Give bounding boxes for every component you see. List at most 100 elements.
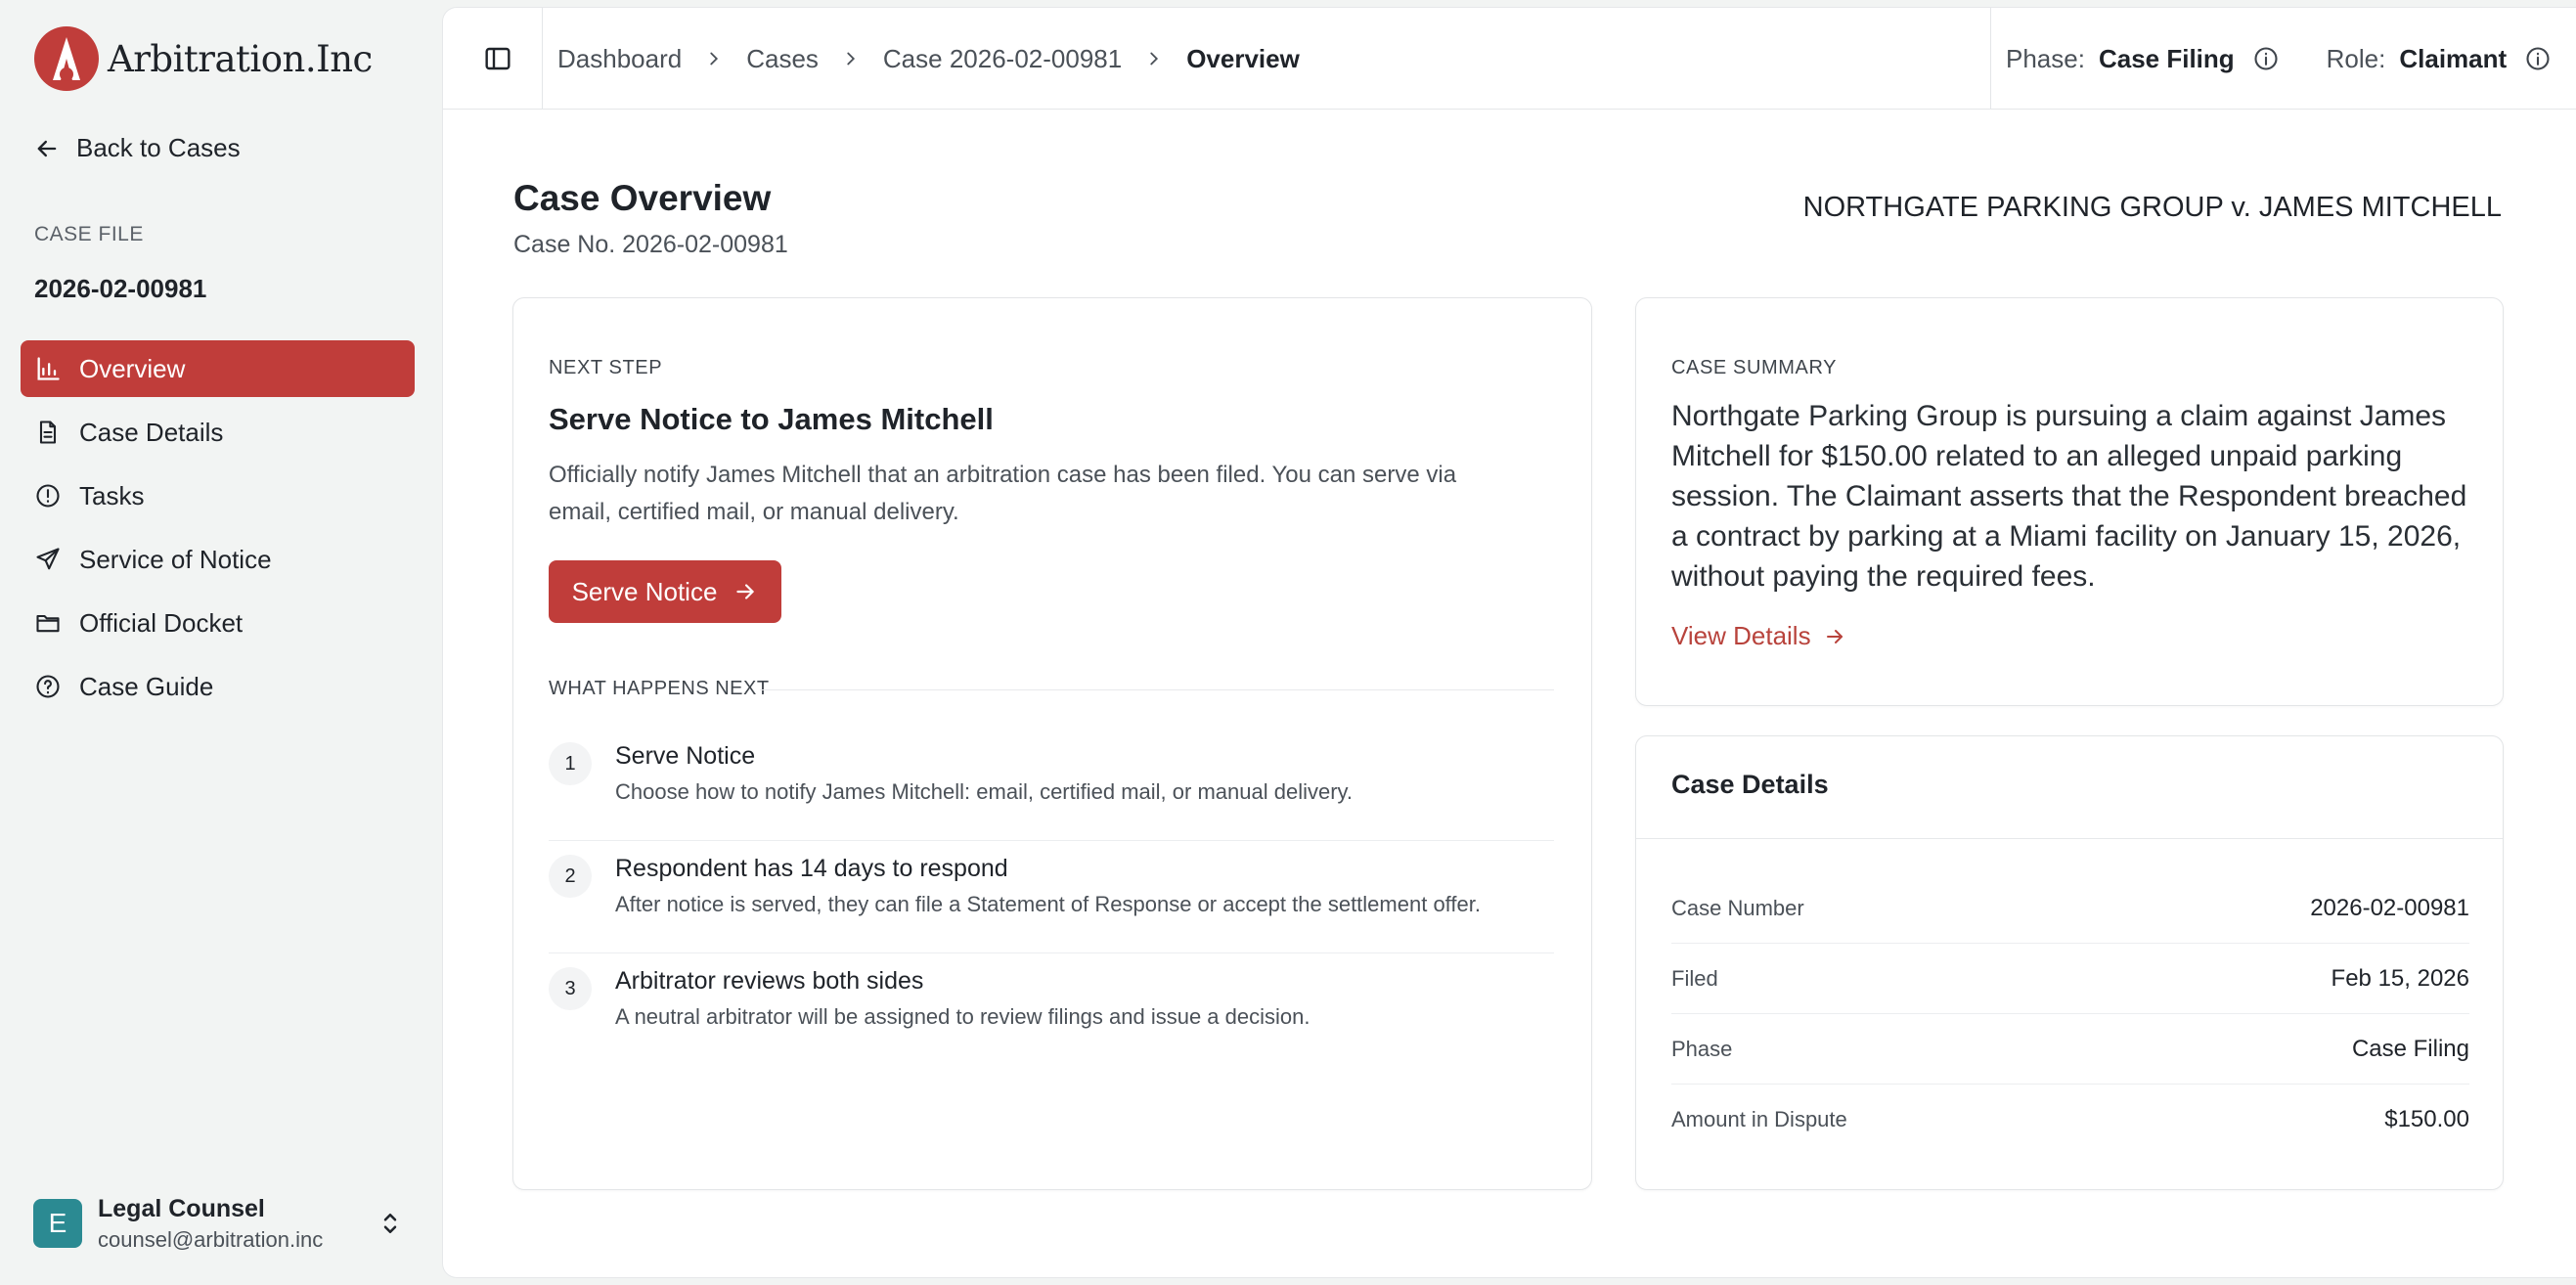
detail-label: Amount in Dispute bbox=[1671, 1107, 1847, 1131]
step-number: 3 bbox=[549, 967, 592, 1010]
help-circle-icon bbox=[36, 675, 60, 698]
step-title: Serve Notice bbox=[615, 742, 756, 770]
case-meta: Phase: Case Filing Role: Claimant bbox=[2006, 8, 2552, 110]
sidebar-item-label: Service of Notice bbox=[79, 544, 272, 574]
breadcrumb-case[interactable]: Case 2026-02-00981 bbox=[883, 44, 1122, 74]
step-title: Arbitrator reviews both sides bbox=[615, 967, 924, 995]
detail-row: Filed Feb 15, 2026 bbox=[1671, 944, 2469, 1014]
breadcrumb-dashboard[interactable]: Dashboard bbox=[557, 44, 682, 74]
chevron-right-icon bbox=[710, 52, 719, 66]
view-details-link[interactable]: View Details bbox=[1671, 621, 1846, 651]
chevrons-up-down-icon[interactable] bbox=[376, 1209, 405, 1238]
detail-label: Phase bbox=[1671, 1036, 1733, 1061]
list-item: 3 Arbitrator reviews both sides A neutra… bbox=[549, 953, 1554, 1066]
user-email: counsel@arbitration.inc bbox=[98, 1226, 324, 1252]
info-icon[interactable] bbox=[2524, 45, 2552, 72]
folder-icon bbox=[36, 614, 60, 633]
top-bar-divider bbox=[1990, 8, 1991, 110]
document-icon bbox=[39, 421, 57, 444]
sidebar-item-tasks[interactable]: Tasks bbox=[21, 467, 415, 524]
breadcrumb-current: Overview bbox=[1186, 43, 1300, 73]
next-step-label: NEXT STEP bbox=[549, 357, 663, 378]
case-summary-label: CASE SUMMARY bbox=[1671, 357, 1838, 378]
case-parties: NORTHGATE PARKING GROUP v. JAMES MITCHEL… bbox=[1802, 192, 2502, 223]
steps-list: 1 Serve Notice Choose how to notify Jame… bbox=[549, 729, 1554, 1066]
user-info: Legal Counsel counsel@arbitration.inc bbox=[98, 1195, 323, 1253]
sidebar-item-case-guide[interactable]: Case Guide bbox=[21, 658, 415, 715]
sidebar-item-overview[interactable]: Overview bbox=[21, 340, 415, 397]
back-label: Back to Cases bbox=[76, 133, 241, 162]
next-step-description: Officially notify James Mitchell that an… bbox=[549, 462, 1457, 525]
serve-notice-label: Serve Notice bbox=[571, 576, 718, 606]
case-details-title: Case Details bbox=[1671, 770, 1829, 799]
case-file-number: 2026-02-00981 bbox=[34, 274, 207, 303]
detail-label: Filed bbox=[1671, 965, 1718, 991]
step-description: A neutral arbitrator will be assigned to… bbox=[615, 1004, 1310, 1029]
brand-logo[interactable]: Arbitration.Inc bbox=[33, 25, 373, 92]
sidebar-item-label: Case Guide bbox=[79, 671, 214, 701]
logo-icon bbox=[34, 26, 99, 91]
brand-name: Arbitration.Inc bbox=[108, 37, 373, 80]
divider bbox=[1636, 838, 2503, 839]
info-icon[interactable] bbox=[2252, 45, 2280, 72]
step-description: Choose how to notify James Mitchell: ema… bbox=[615, 779, 1354, 804]
sidebar-item-label: Case Details bbox=[79, 417, 224, 447]
step-description: After notice is served, they can file a … bbox=[615, 892, 1481, 916]
user-menu[interactable]: E Legal Counsel counsel@arbitration.inc bbox=[33, 1193, 405, 1254]
sidebar: Arbitration.Inc Back to Cases CASE FILE … bbox=[0, 0, 442, 1285]
case-file-label: CASE FILE bbox=[34, 223, 144, 245]
phase-label: Phase: bbox=[2006, 43, 2085, 73]
case-details-card: Case Details Case Number 2026-02-00981 F… bbox=[1635, 735, 2504, 1190]
arrow-right-icon bbox=[1826, 629, 1843, 643]
sidebar-toggle-icon[interactable] bbox=[482, 43, 513, 74]
detail-value: 2026-02-00981 bbox=[2310, 894, 2469, 921]
detail-value: $150.00 bbox=[2384, 1106, 2469, 1132]
user-name: Legal Counsel bbox=[98, 1194, 265, 1222]
back-to-cases-link[interactable]: Back to Cases bbox=[33, 133, 241, 163]
sidebar-item-label: Official Docket bbox=[79, 607, 244, 638]
main-panel: Dashboard Cases Case 2026-02-00981 Overv… bbox=[443, 8, 2576, 1277]
sidebar-item-label: Tasks bbox=[79, 480, 145, 510]
role-value: Claimant bbox=[2399, 43, 2508, 73]
detail-label: Case Number bbox=[1671, 895, 1804, 920]
detail-row: Phase Case Filing bbox=[1671, 1014, 2469, 1085]
avatar: E bbox=[33, 1199, 82, 1248]
breadcrumb: Dashboard Cases Case 2026-02-00981 Overv… bbox=[557, 8, 1300, 110]
view-details-label: View Details bbox=[1671, 621, 1811, 650]
sidebar-nav: Overview Case Details Tasks Service of N… bbox=[21, 340, 415, 722]
detail-value: Feb 15, 2026 bbox=[2331, 964, 2469, 992]
breadcrumb-cases[interactable]: Cases bbox=[746, 44, 819, 74]
chart-icon bbox=[37, 357, 60, 380]
list-item: 1 Serve Notice Choose how to notify Jame… bbox=[549, 729, 1554, 841]
next-step-card: NEXT STEP Serve Notice to James Mitchell… bbox=[512, 297, 1592, 1190]
step-number: 1 bbox=[549, 742, 592, 785]
chevron-right-icon bbox=[847, 52, 855, 66]
phase-value: Case Filing bbox=[2098, 43, 2235, 73]
list-item: 2 Respondent has 14 days to respond Afte… bbox=[549, 841, 1554, 953]
arrow-right-icon bbox=[736, 584, 755, 599]
sidebar-item-official-docket[interactable]: Official Docket bbox=[21, 595, 415, 651]
divider bbox=[760, 689, 1554, 690]
case-details-list: Case Number 2026-02-00981 Filed Feb 15, … bbox=[1671, 873, 2469, 1155]
detail-row: Case Number 2026-02-00981 bbox=[1671, 873, 2469, 944]
next-step-title: Serve Notice to James Mitchell bbox=[549, 402, 994, 436]
arrow-left-icon bbox=[37, 140, 57, 156]
sidebar-item-case-details[interactable]: Case Details bbox=[21, 404, 415, 461]
case-number-subtitle: Case No. 2026-02-00981 bbox=[513, 231, 788, 258]
sidebar-item-service-of-notice[interactable]: Service of Notice bbox=[21, 531, 415, 588]
chevron-right-icon bbox=[1150, 52, 1159, 66]
page-title: Case Overview bbox=[513, 178, 772, 218]
case-summary-card: CASE SUMMARY Northgate Parking Group is … bbox=[1635, 297, 2504, 706]
step-title: Respondent has 14 days to respond bbox=[615, 855, 1008, 882]
sidebar-item-label: Overview bbox=[79, 353, 186, 383]
top-bar-divider bbox=[542, 8, 543, 110]
detail-row: Amount in Dispute $150.00 bbox=[1671, 1085, 2469, 1155]
app-window: Arbitration.Inc Back to Cases CASE FILE … bbox=[0, 0, 2576, 1285]
alert-circle-icon bbox=[36, 484, 60, 508]
detail-value: Case Filing bbox=[2351, 1035, 2469, 1062]
top-bar: Dashboard Cases Case 2026-02-00981 Overv… bbox=[443, 8, 2576, 110]
step-number: 2 bbox=[549, 855, 592, 898]
what-happens-next-label: WHAT HAPPENS NEXT bbox=[549, 678, 770, 699]
case-summary-text: Northgate Parking Group is pursuing a cl… bbox=[1671, 400, 2467, 593]
serve-notice-button[interactable]: Serve Notice bbox=[549, 560, 781, 623]
